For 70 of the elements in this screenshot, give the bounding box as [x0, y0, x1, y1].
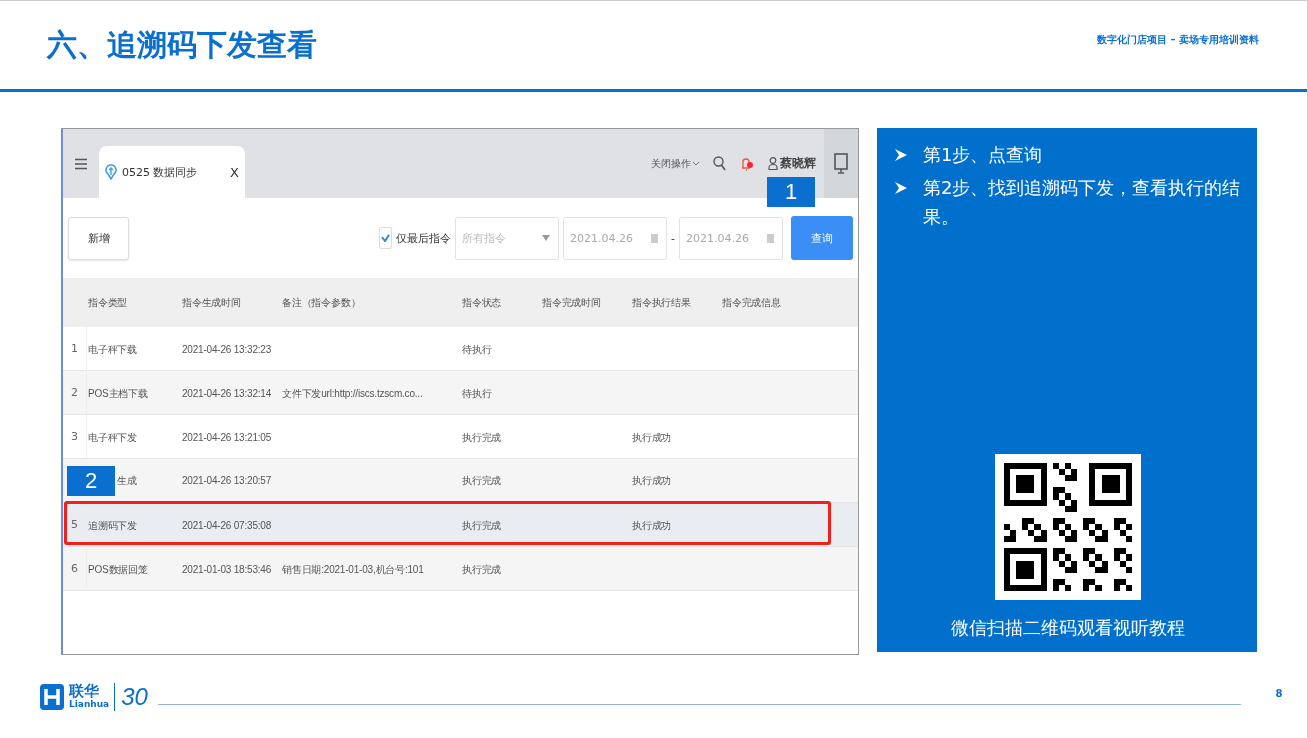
user-icon: [768, 157, 778, 170]
table-cell-text: 2021-04-26 13:32:23: [182, 342, 272, 357]
table-cell-text: 2021-04-26 13:21:05: [182, 430, 272, 445]
table-cell-text: 销售日期:2021-01-03,机台号:101: [282, 562, 424, 577]
table-row[interactable]: 2 生成 2021-04-26 13:20:57 执行完成 执行成功: [63, 459, 858, 503]
table-cell-text: 电子秤下发: [88, 430, 137, 445]
table-cell-text: 追溯码下发: [88, 518, 137, 533]
table-row[interactable]: 6 POS数据回笼 2021-01-03 18:53:46 销售日期:2021-01-03,机台号:101 执行完成: [63, 547, 858, 591]
slide-title: 六、追溯码下发查看: [47, 25, 317, 64]
table-cell-text: 2021-04-26 13:20:57: [182, 474, 272, 488]
bullet-arrow-icon: [895, 149, 907, 161]
table-row[interactable]: 2 POS主档下载 2021-04-26 13:32:14 文件下发url:http://iscs.tzscm.co... 待执行: [63, 371, 858, 415]
calendar-icon: [767, 233, 774, 243]
column-header: 备注（指令参数）: [282, 296, 361, 310]
qr-caption: 微信扫描二维码观看视听教程: [950, 616, 1186, 640]
column-header: 指令完成时间: [542, 296, 601, 310]
checkmark-icon: [381, 234, 390, 242]
step-callout: 2: [67, 465, 115, 496]
checkbox[interactable]: [379, 227, 392, 249]
logo-mark-icon: [40, 683, 64, 710]
table-cell-text: 执行成功: [632, 474, 672, 488]
calendar-icon: [651, 233, 658, 243]
table-cell-text: 执行完成: [462, 518, 502, 533]
table-row[interactable]: 5 追溯码下发 2021-04-26 07:35:08 执行完成 执行成功: [63, 503, 858, 547]
logo-text: Lianhua: [69, 699, 110, 709]
table-cell-text: 2021-04-26 07:35:08: [182, 518, 272, 533]
column-header: 指令类型: [88, 296, 128, 310]
user-menu[interactable]: 蔡晓辉: [768, 155, 816, 172]
close-actions-menu[interactable]: 关闭操作: [651, 156, 691, 171]
table-cell-text: 执行完成: [462, 474, 502, 488]
date-separator: -: [671, 231, 675, 245]
table-cell-text: 生成: [117, 474, 137, 488]
table-cell-text: 执行成功: [632, 430, 672, 445]
table-cell-text: 执行完成: [462, 562, 502, 577]
logo-text: 联华: [69, 684, 100, 699]
step-callout: 1: [767, 177, 815, 207]
table-cell-text: 待执行: [462, 386, 492, 401]
row-number: 6: [63, 547, 87, 591]
tab[interactable]: 0525 数据同步 X: [99, 146, 245, 198]
step-text: 第1步、点查询: [923, 143, 1043, 167]
table-cell-text: POS数据回笼: [88, 562, 148, 577]
anniversary-logo: 30: [114, 682, 148, 711]
monitor-icon[interactable]: [834, 152, 848, 175]
slide-subtitle: 数字化门店项目 – 卖场专用培训资料: [1097, 33, 1259, 47]
cloud-sync-icon: [105, 164, 117, 180]
checkbox-label: 仅最后指令: [396, 230, 451, 246]
table-cell-text: 2021-04-26 13:32:14: [182, 386, 272, 401]
table-row[interactable]: 3 电子秤下发 2021-04-26 13:21:05 执行完成 执行成功: [63, 415, 858, 459]
bullet-arrow-icon: [895, 182, 907, 194]
table-cell-text: 执行成功: [632, 518, 672, 533]
close-tab[interactable]: X: [230, 164, 239, 180]
caret-icon: [693, 161, 699, 166]
menu-icon[interactable]: [75, 157, 87, 170]
dropdown-triangle-icon: [542, 235, 550, 241]
add-button[interactable]: 新增: [68, 216, 129, 260]
table-cell-text: 待执行: [462, 342, 492, 357]
table-cell-text: POS主档下载: [88, 386, 148, 401]
table-cell-text: 文件下发url:http://iscs.tzscm.co...: [282, 386, 423, 401]
column-header: 指令完成信息: [722, 296, 781, 310]
page-number: 8: [1274, 688, 1284, 699]
column-header: 指令状态: [462, 296, 502, 310]
column-header: 指令生成时间: [182, 296, 241, 310]
table-cell-text: 电子秤下载: [88, 342, 137, 357]
table-cell-text: 2021-01-03 18:53:46: [182, 562, 272, 577]
step-text: 第2步、找到追溯码下发，查看执行的结果。: [923, 176, 1241, 229]
search-icon[interactable]: [713, 156, 726, 171]
column-header: 指令执行结果: [632, 296, 691, 310]
bell-icon[interactable]: [740, 156, 754, 171]
table-cell-text: 执行完成: [462, 430, 502, 445]
table-row[interactable]: 1 电子秤下载 2021-04-26 13:32:23 待执行: [63, 327, 858, 371]
